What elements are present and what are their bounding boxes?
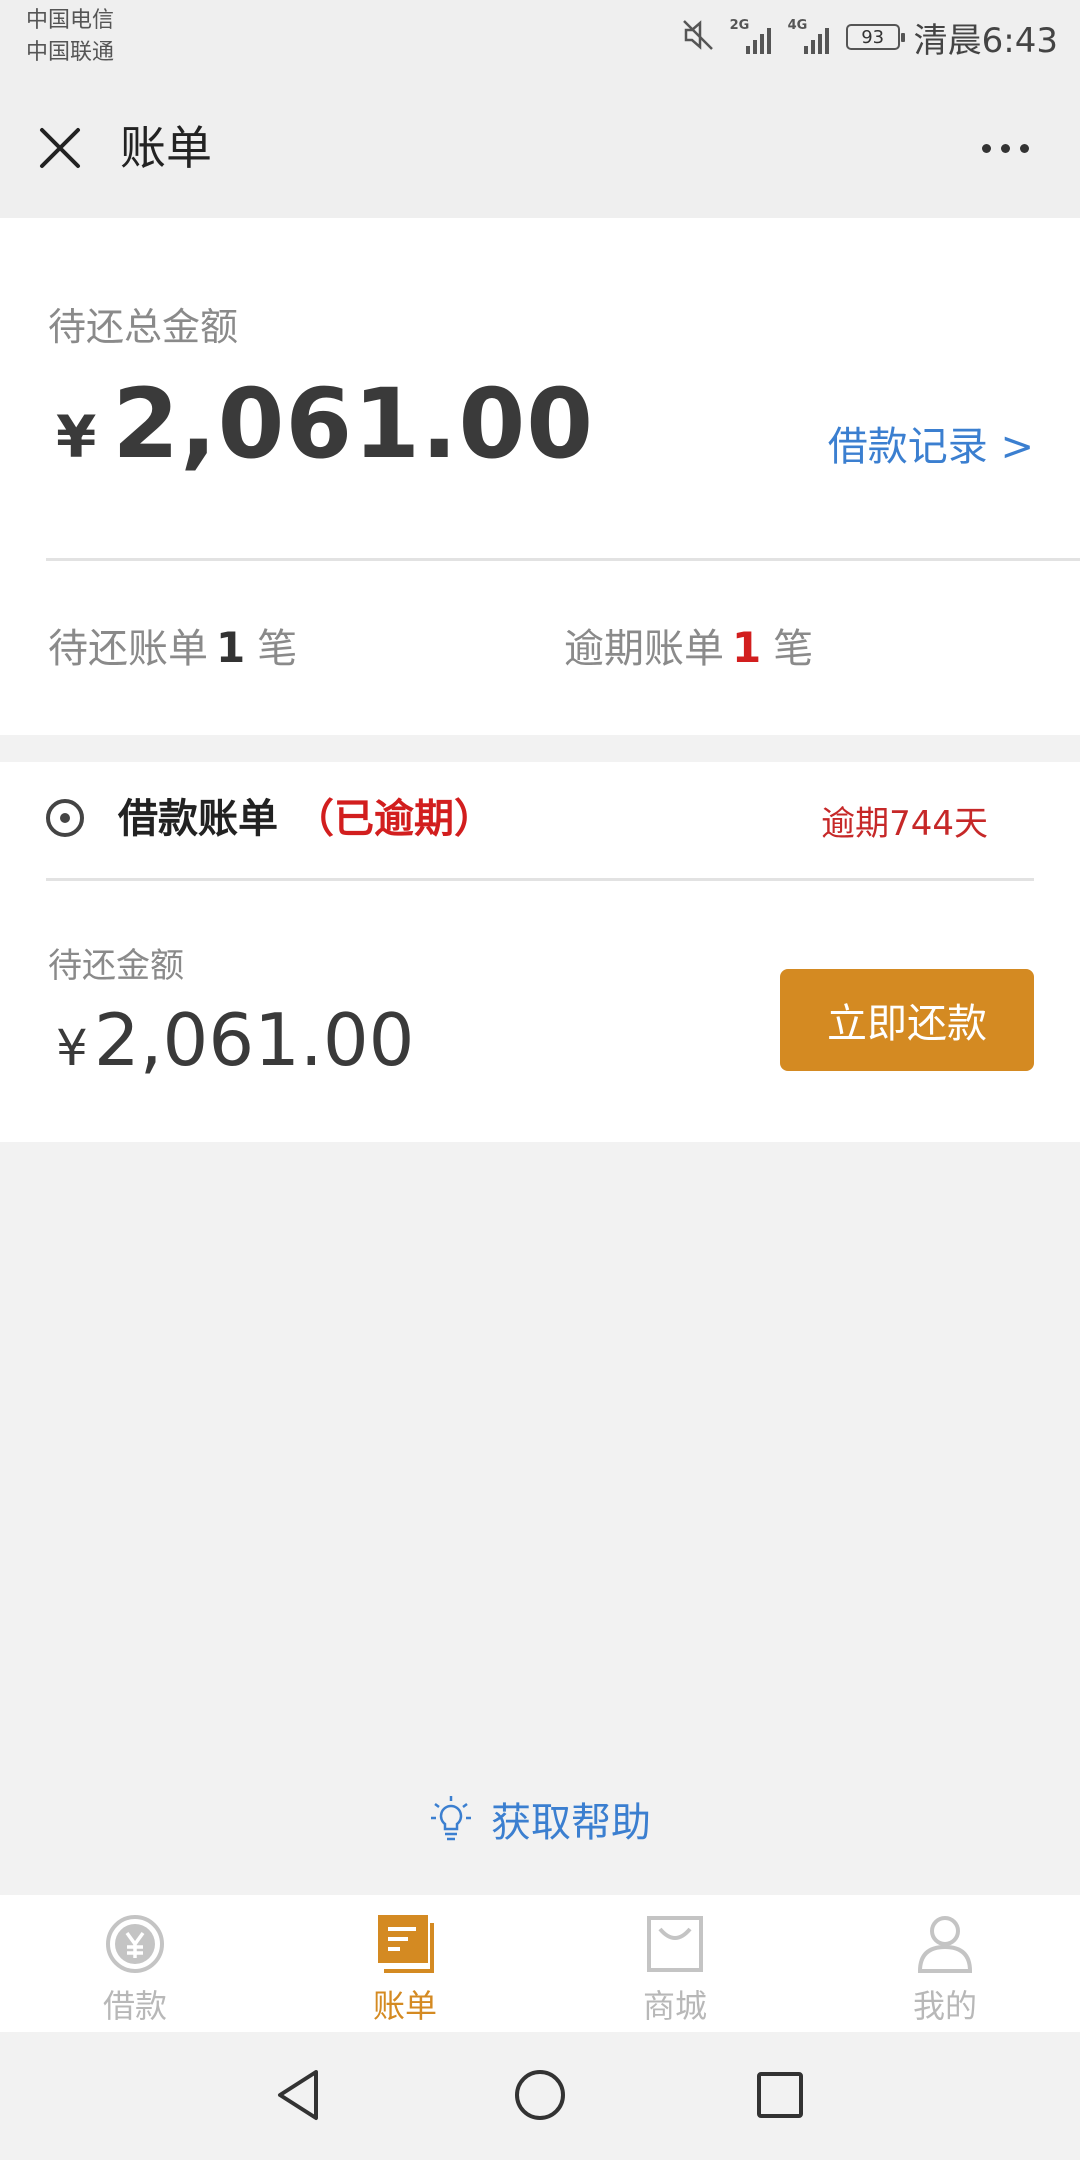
tab-label: 我的 [912, 1987, 977, 2025]
person-icon [917, 1916, 973, 1973]
tab-loan[interactable]: 借款 [0, 1895, 270, 2032]
more-icon [981, 143, 991, 153]
due-amount: ¥ 2,061.00 [56, 998, 414, 1082]
home-circle-icon [515, 2070, 565, 2120]
tab-mine[interactable]: 我的 [810, 1895, 1080, 2032]
mute-icon [680, 17, 716, 57]
loan-records-link[interactable]: 借款记录 > [828, 414, 1034, 472]
overdue-status-badge: （已逾期） [294, 796, 494, 842]
back-button[interactable] [264, 2060, 334, 2130]
shopping-bag-icon [647, 1916, 703, 1972]
tab-bill[interactable]: 账单 [270, 1895, 540, 2032]
radio-icon[interactable] [44, 797, 86, 839]
bill-title: 借款账单 [118, 796, 278, 842]
home-button[interactable] [505, 2060, 575, 2130]
divider [46, 558, 1080, 561]
summary-card: 待还总金额 ¥ 2,061.00 借款记录 > 待还账单 1 笔 逾期账单 1 … [0, 218, 1080, 735]
battery-icon: 93 [845, 24, 905, 50]
yuan-coin-icon [106, 1915, 164, 1973]
overdue-bills-count: 逾期账单 1 笔 [564, 623, 814, 672]
tab-label: 商城 [642, 1987, 707, 2025]
overdue-days: 逾期744天 [821, 804, 988, 844]
due-label: 待还金额 [48, 946, 184, 986]
recents-square-icon [757, 2072, 803, 2118]
app-header: 账单 [0, 80, 1080, 218]
bill-icon [378, 1915, 434, 1973]
get-help-label: 获取帮助 [491, 1800, 651, 1846]
more-button[interactable] [970, 116, 1040, 180]
total-label: 待还总金额 [48, 305, 239, 349]
close-button[interactable] [28, 116, 92, 180]
signal-4g-icon: 4G [788, 18, 832, 54]
battery-level: 93 [861, 26, 885, 48]
due-amount-value: 2,061.00 [93, 998, 415, 1082]
carrier-secondary: 中国联通 [26, 40, 115, 65]
tab-mall[interactable]: 商城 [540, 1895, 810, 2032]
back-triangle-icon [278, 2070, 318, 2120]
system-nav-bar [0, 2032, 1080, 2160]
bottom-tab-bar: 借款 账单 商城 我的 [0, 1895, 1080, 2032]
lightbulb-icon [431, 1796, 471, 1841]
total-amount-value: 2,061.00 [112, 368, 595, 480]
pending-bills-count: 待还账单 1 笔 [48, 623, 298, 672]
total-amount: ¥ 2,061.00 [56, 368, 594, 480]
status-bar: 中国电信 中国联通 2G 4G 93 清晨6:43 [0, 0, 1080, 80]
divider [46, 878, 1034, 881]
carrier-primary: 中国电信 [26, 8, 115, 33]
tab-label: 账单 [372, 1987, 437, 2025]
page-title: 账单 [120, 121, 212, 175]
clock: 清晨6:43 [913, 20, 1058, 61]
currency-symbol: ¥ [56, 403, 97, 471]
get-help-link[interactable]: 获取帮助 [0, 1790, 1080, 1848]
tab-label: 借款 [102, 1987, 167, 2025]
recents-button[interactable] [745, 2060, 815, 2130]
close-icon [40, 128, 80, 168]
currency-symbol: ¥ [56, 1019, 88, 1077]
signal-2g-icon: 2G [730, 18, 774, 54]
status-icons: 2G 4G 93 清晨6:43 [680, 12, 1058, 62]
loan-bill-card[interactable]: 借款账单 （已逾期） 逾期744天 待还金额 ¥ 2,061.00 立即还款 [0, 762, 1080, 1142]
repay-now-button[interactable]: 立即还款 [780, 969, 1034, 1071]
